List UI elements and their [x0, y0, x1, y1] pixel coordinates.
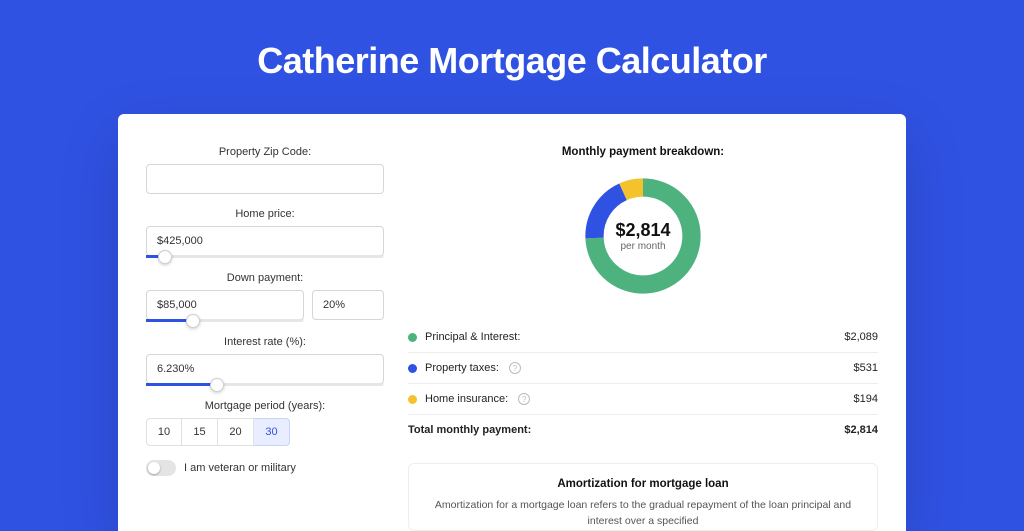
donut-subtitle: per month	[620, 241, 665, 252]
donut-chart-wrap: $2,814 per month	[408, 172, 878, 300]
veteran-toggle[interactable]	[146, 460, 176, 476]
dot-icon	[408, 333, 417, 342]
legend: Principal & Interest: $2,089 Property ta…	[408, 322, 878, 445]
field-interest-rate: Interest rate (%):	[146, 336, 384, 386]
form-panel: Property Zip Code: Home price: Down paym…	[146, 146, 384, 531]
zip-input[interactable]	[146, 164, 384, 194]
field-down-payment: Down payment:	[146, 272, 384, 322]
mortgage-period-group: 10 15 20 30	[146, 418, 384, 446]
hero: Catherine Mortgage Calculator Property Z…	[0, 0, 1024, 531]
legend-row-total: Total monthly payment: $2,814	[408, 415, 878, 445]
down-payment-amount-input[interactable]	[146, 290, 304, 320]
down-payment-label: Down payment:	[146, 272, 384, 284]
period-option-30[interactable]: 30	[254, 418, 290, 446]
legend-row-insurance: Home insurance: ? $194	[408, 384, 878, 415]
legend-value: $2,089	[844, 331, 878, 343]
donut-chart: $2,814 per month	[579, 172, 707, 300]
home-price-label: Home price:	[146, 208, 384, 220]
legend-label: Principal & Interest:	[425, 331, 520, 343]
legend-label: Total monthly payment:	[408, 424, 531, 436]
home-price-input[interactable]	[146, 226, 384, 256]
interest-rate-label: Interest rate (%):	[146, 336, 384, 348]
down-payment-slider[interactable]	[146, 319, 304, 322]
info-icon[interactable]: ?	[518, 393, 530, 405]
zip-label: Property Zip Code:	[146, 146, 384, 158]
field-veteran: I am veteran or military	[146, 460, 384, 476]
slider-thumb[interactable]	[210, 378, 224, 392]
toggle-knob	[148, 462, 160, 474]
calculator-card: Property Zip Code: Home price: Down paym…	[118, 114, 906, 531]
legend-row-principal: Principal & Interest: $2,089	[408, 322, 878, 353]
home-price-slider[interactable]	[146, 255, 384, 258]
down-payment-percent-input[interactable]	[312, 290, 384, 320]
donut-total: $2,814	[615, 220, 670, 241]
legend-row-taxes: Property taxes: ? $531	[408, 353, 878, 384]
veteran-label: I am veteran or military	[184, 462, 296, 474]
dot-icon	[408, 364, 417, 373]
legend-value: $2,814	[844, 424, 878, 436]
slider-thumb[interactable]	[158, 250, 172, 264]
interest-rate-input[interactable]	[146, 354, 384, 384]
field-home-price: Home price:	[146, 208, 384, 258]
field-zip: Property Zip Code:	[146, 146, 384, 194]
donut-center: $2,814 per month	[579, 172, 707, 300]
legend-value: $194	[854, 393, 878, 405]
legend-label: Home insurance:	[425, 393, 508, 405]
info-icon[interactable]: ?	[509, 362, 521, 374]
legend-label: Property taxes:	[425, 362, 499, 374]
interest-rate-slider[interactable]	[146, 383, 384, 386]
period-option-20[interactable]: 20	[218, 418, 254, 446]
dot-icon	[408, 395, 417, 404]
field-mortgage-period: Mortgage period (years): 10 15 20 30	[146, 400, 384, 446]
amortization-body: Amortization for a mortgage loan refers …	[423, 498, 863, 530]
slider-fill	[146, 383, 217, 386]
slider-thumb[interactable]	[186, 314, 200, 328]
mortgage-period-label: Mortgage period (years):	[146, 400, 384, 412]
amortization-card: Amortization for mortgage loan Amortizat…	[408, 463, 878, 531]
period-option-10[interactable]: 10	[146, 418, 182, 446]
legend-value: $531	[854, 362, 878, 374]
period-option-15[interactable]: 15	[182, 418, 218, 446]
amortization-title: Amortization for mortgage loan	[423, 478, 863, 490]
breakdown-panel: Monthly payment breakdown: $2,814 per mo…	[408, 146, 878, 531]
breakdown-title: Monthly payment breakdown:	[408, 146, 878, 158]
page-title: Catherine Mortgage Calculator	[0, 40, 1024, 82]
